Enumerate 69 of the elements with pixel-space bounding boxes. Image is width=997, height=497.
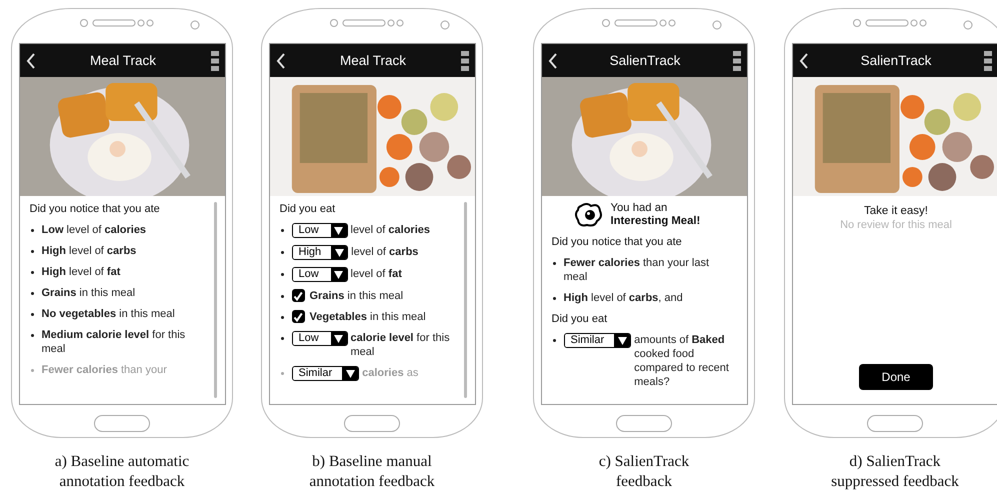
camera-icon [962, 19, 974, 31]
feedback-text: Grains in this meal [310, 289, 404, 303]
dropdown[interactable]: Similar [292, 366, 360, 381]
caret-icon [334, 248, 344, 256]
caption-text: suppressed feedback [831, 472, 959, 492]
done-button[interactable]: Done [859, 364, 933, 390]
feedback-text: Medium calorie level for this meal [42, 328, 186, 356]
caption-text: b) Baseline manual [312, 452, 432, 472]
checkbox[interactable] [292, 310, 304, 323]
fried-egg-icon [574, 202, 602, 228]
caption-text: d) SalienTrack [849, 452, 941, 472]
caret-icon [346, 370, 355, 378]
back-icon[interactable] [276, 52, 286, 68]
check-icon [293, 312, 303, 322]
heading-text: You had an [610, 202, 668, 215]
dropdown[interactable]: Low [292, 267, 348, 282]
menu-icon[interactable] [210, 50, 218, 70]
dropdown[interactable]: Similar [564, 333, 632, 348]
feedback-text: Fewer calories than your last meal [564, 256, 710, 284]
app-title: Meal Track [90, 53, 156, 68]
feedback-text: High level of carbs [42, 244, 138, 258]
feedback-text: Fewer calories than your [42, 363, 168, 377]
back-icon[interactable] [26, 52, 36, 68]
camera-icon [439, 19, 451, 31]
dropdown[interactable]: Low [292, 223, 348, 238]
camera-icon [189, 19, 201, 31]
app-title: Meal Track [340, 53, 406, 68]
caret-icon [334, 334, 343, 342]
heading-text: Interesting Meal! [610, 215, 700, 228]
caption-text: annotation feedback [59, 472, 185, 492]
dropdown[interactable]: High [292, 245, 348, 260]
camera-icon [711, 19, 723, 31]
caption-text: a) Baseline automatic [54, 452, 190, 472]
question-text: Did you eat [280, 202, 336, 216]
menu-icon[interactable] [460, 50, 468, 70]
feedback-text: High level of carbs, and [564, 291, 684, 305]
app-title: SalienTrack [860, 53, 932, 68]
caret-icon [334, 270, 343, 278]
checkbox[interactable] [292, 289, 304, 302]
app-title: SalienTrack [610, 53, 680, 68]
feedback-text: amounts of Baked cooked food compared to recent meals? [634, 333, 730, 389]
feedback-text: level of calories [350, 223, 432, 237]
feedback-text: calories as [362, 366, 420, 380]
question-text: Did you eat [552, 312, 608, 326]
feedback-text: Vegetables in this meal [310, 310, 427, 324]
feedback-text: No vegetables in this meal [42, 307, 176, 321]
check-icon [293, 290, 303, 300]
menu-icon[interactable] [732, 50, 740, 70]
feedback-text: High level of fat [42, 265, 122, 279]
caret-icon [334, 226, 343, 234]
feedback-text: level of fat [350, 267, 403, 281]
menu-icon[interactable] [984, 50, 992, 70]
question-text: Did you notice that you ate [30, 202, 161, 216]
caret-icon [618, 336, 627, 344]
note-text: No review for this meal [840, 218, 952, 232]
caption-text: feedback [616, 472, 672, 492]
question-text: Did you notice that you ate [552, 235, 683, 249]
feedback-text: Low level of calories [42, 223, 148, 237]
dropdown[interactable]: Low [292, 331, 348, 346]
caption-text: annotation feedback [309, 472, 435, 492]
feedback-text: Grains in this meal [42, 286, 136, 300]
scrollbar[interactable] [214, 202, 216, 398]
feedback-text: calorie level for this meal [350, 331, 451, 359]
message-text: Take it easy! [864, 204, 928, 218]
back-icon[interactable] [798, 52, 808, 68]
scrollbar[interactable] [464, 202, 466, 398]
back-icon[interactable] [548, 52, 558, 68]
caption-text: c) SalienTrack [598, 452, 690, 472]
feedback-text: level of carbs [351, 245, 420, 259]
